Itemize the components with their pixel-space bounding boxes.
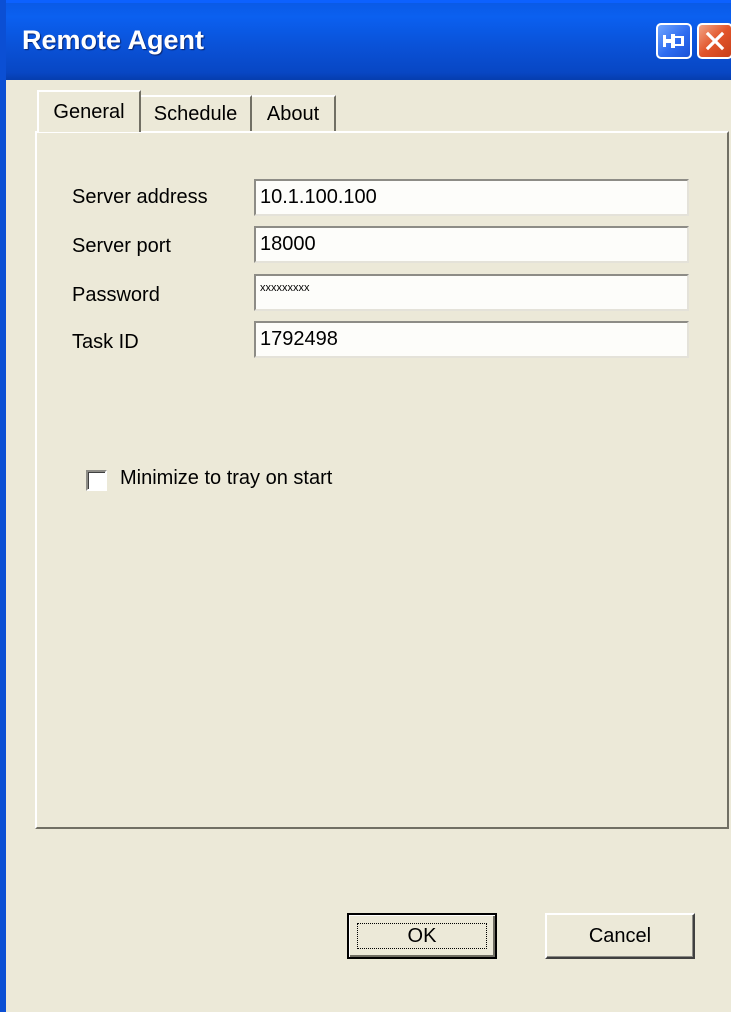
- server-port-label: Server port: [72, 235, 171, 257]
- task-id-label: Task ID: [72, 331, 139, 353]
- tab-general[interactable]: General: [37, 90, 141, 132]
- task-id-input[interactable]: 1792498: [254, 321, 689, 358]
- server-address-label: Server address: [72, 186, 208, 208]
- minimize-to-tray-label[interactable]: Minimize to tray on start: [120, 467, 332, 490]
- ok-button[interactable]: OK: [347, 913, 497, 959]
- pin-button[interactable]: [656, 23, 692, 59]
- pin-icon: [663, 34, 684, 48]
- tab-schedule[interactable]: Schedule: [141, 95, 252, 131]
- tab-general-label: General: [53, 100, 125, 123]
- tab-about-label: About: [266, 102, 320, 125]
- close-icon: [705, 31, 725, 51]
- focus-rectangle: [357, 923, 487, 949]
- tab-about[interactable]: About: [252, 95, 336, 131]
- password-input[interactable]: xxxxxxxxx: [254, 274, 689, 311]
- title-bar[interactable]: Remote Agent: [6, 0, 731, 80]
- tab-schedule-label: Schedule: [153, 102, 238, 125]
- remote-agent-window: Remote Agent General Schedule About Serv…: [0, 0, 731, 1012]
- server-address-input[interactable]: 10.1.100.100: [254, 179, 689, 216]
- close-button[interactable]: [697, 23, 731, 59]
- server-port-input[interactable]: 18000: [254, 226, 689, 263]
- cancel-button[interactable]: Cancel: [545, 913, 695, 959]
- minimize-to-tray-checkbox[interactable]: [86, 470, 107, 491]
- window-title: Remote Agent: [22, 25, 205, 55]
- password-label: Password: [72, 284, 160, 306]
- cancel-button-label: Cancel: [588, 924, 652, 947]
